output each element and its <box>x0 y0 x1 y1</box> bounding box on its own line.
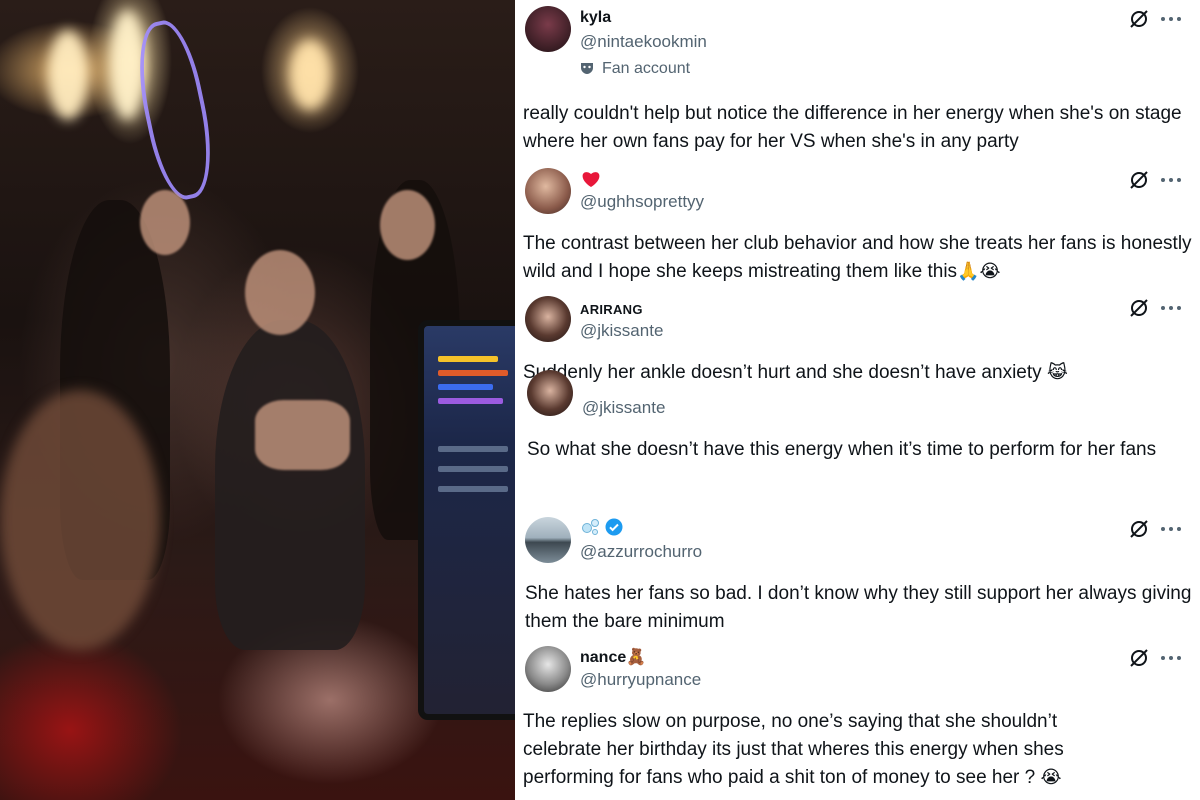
torso <box>255 400 350 470</box>
avatar[interactable] <box>525 6 571 52</box>
tweet-card[interactable]: ARIRANG @jkissante Suddenly her ankle do… <box>515 290 1200 390</box>
user-handle[interactable]: @hurryupnance <box>580 670 701 690</box>
emoji: 🙏😭 <box>957 261 1001 281</box>
tweet-text: Suddenly her ankle doesn’t hurt and she … <box>523 362 1068 383</box>
emoji: 😭 <box>1040 767 1062 787</box>
tweet-text: really couldn't help but notice the diff… <box>523 103 1182 152</box>
grok-icon[interactable] <box>1128 8 1150 30</box>
tweet-card[interactable]: kyla @nintaekookmin Fan account really c… <box>515 0 1200 160</box>
face <box>380 190 435 260</box>
tweet-text: The replies slow on purpose, no one’s sa… <box>523 711 1064 788</box>
tweet-card[interactable]: @ughhsoprettyy The contrast between her … <box>515 160 1200 290</box>
foreground-head <box>0 390 160 650</box>
fan-account-label: Fan account <box>580 60 690 78</box>
tweet-text: So what she doesn’t have this energy whe… <box>527 439 1157 460</box>
more-options-icon[interactable] <box>1160 647 1182 669</box>
teddy-bear-emoji: 🧸 <box>626 649 647 666</box>
sparkler-flame <box>48 30 88 120</box>
avatar[interactable] <box>525 168 571 214</box>
reply-feed: kyla @nintaekookmin Fan account really c… <box>515 0 1200 800</box>
more-options-icon[interactable] <box>1160 518 1182 540</box>
display-name[interactable]: nance🧸 <box>580 649 646 667</box>
face <box>245 250 315 335</box>
grok-icon[interactable] <box>1128 169 1150 191</box>
face <box>140 190 190 255</box>
grok-icon[interactable] <box>1128 297 1150 319</box>
party-photo <box>0 0 515 800</box>
bubbles-icon <box>582 519 599 535</box>
sparkler-flame <box>290 40 330 110</box>
avatar[interactable] <box>527 370 573 416</box>
tweet-card[interactable]: nance🧸 @hurryupnance The replies slow on… <box>515 640 1200 800</box>
user-handle[interactable]: @jkissante <box>580 321 663 341</box>
grok-icon[interactable] <box>1128 647 1150 669</box>
tweet-text: She hates her fans so bad. I don’t know … <box>525 583 1192 632</box>
display-name[interactable]: ARIRANG <box>580 302 643 317</box>
more-options-icon[interactable] <box>1160 169 1182 191</box>
user-handle[interactable]: @ughhsoprettyy <box>580 192 704 212</box>
grok-icon[interactable] <box>1128 518 1150 540</box>
verified-badge-icon <box>605 518 623 536</box>
tweet-card[interactable]: @azzurrochurro She hates her fans so bad… <box>515 505 1200 640</box>
avatar[interactable] <box>525 517 571 563</box>
dancer-silhouette <box>215 320 365 650</box>
avatar[interactable] <box>525 646 571 692</box>
mask-icon <box>581 63 593 74</box>
neon-light <box>126 15 224 205</box>
dj-laptop <box>418 320 515 720</box>
user-handle[interactable]: @azzurrochurro <box>580 542 702 562</box>
tweet-text: The contrast between her club behavior a… <box>523 233 1192 282</box>
more-options-icon[interactable] <box>1160 8 1182 30</box>
heart-icon <box>582 172 600 187</box>
avatar[interactable] <box>525 296 571 342</box>
user-handle[interactable]: @nintaekookmin <box>580 32 707 52</box>
more-options-icon[interactable] <box>1160 297 1182 319</box>
display-name[interactable]: kyla <box>580 9 611 27</box>
tweet-card[interactable]: @jkissante So what she doesn’t have this… <box>515 370 1200 505</box>
user-handle[interactable]: @jkissante <box>582 398 665 418</box>
emoji: 😹 <box>1046 362 1068 382</box>
